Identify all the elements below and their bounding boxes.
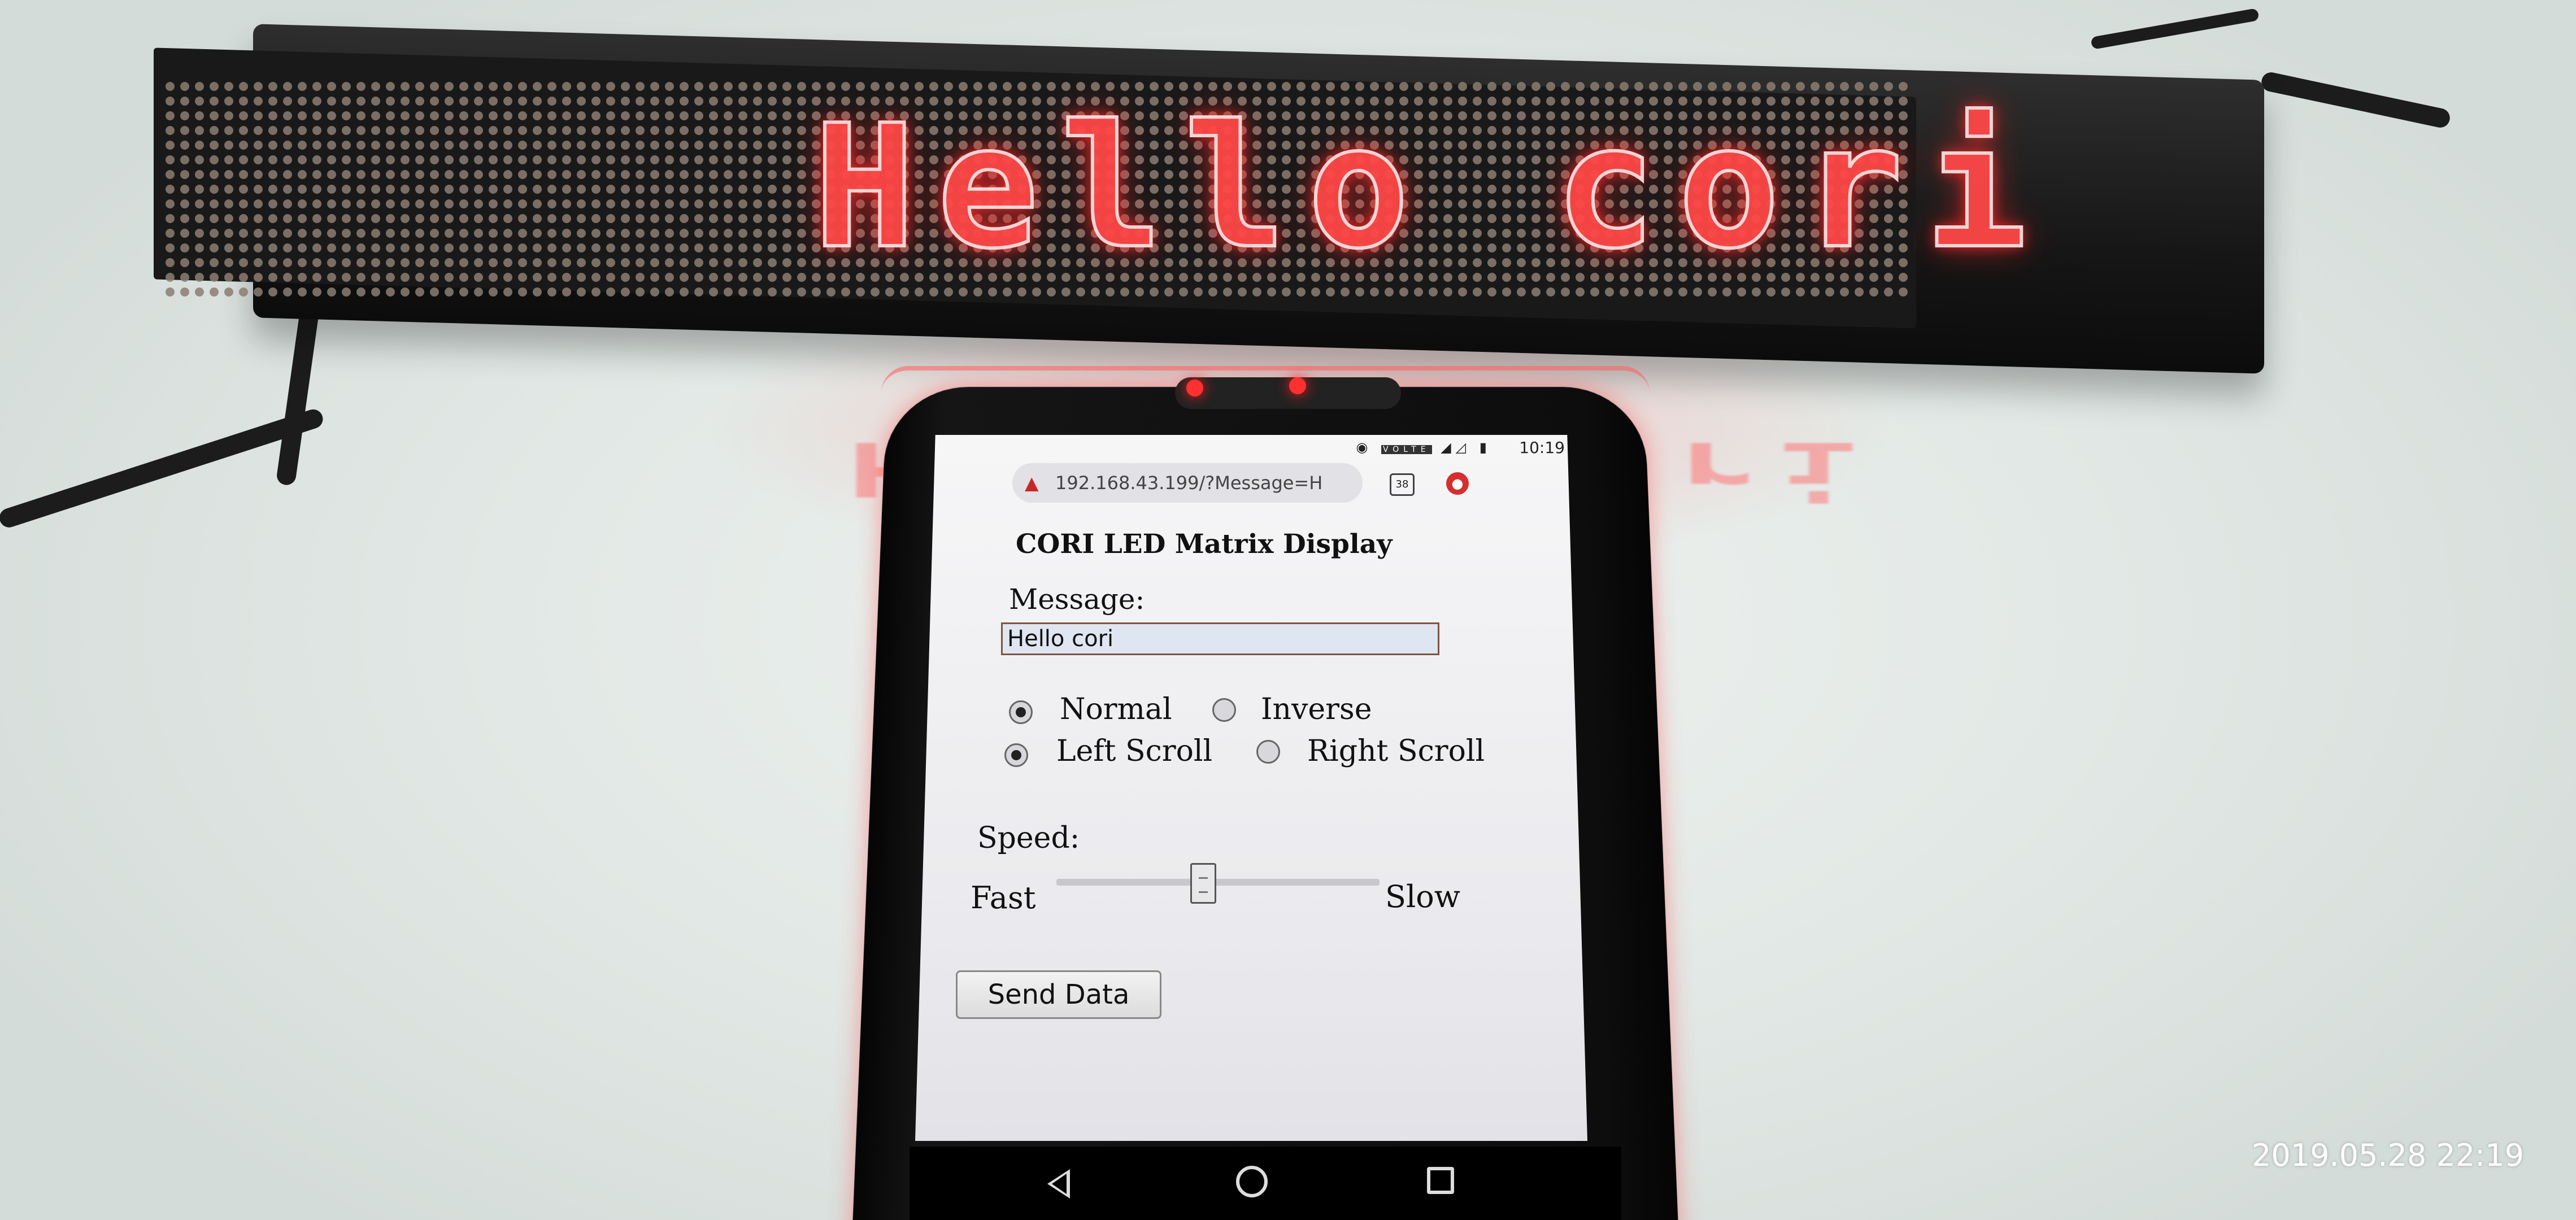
browser-menu-icon[interactable]: ● [1446,472,1469,495]
status-time: 10:19 [1519,438,1565,457]
status-bar: ◉ VOLTE ◢◿ ▮ 10:19 [960,436,1570,459]
tab-count-button[interactable]: 38 [1390,473,1415,496]
radio-left-scroll[interactable] [1004,743,1028,767]
radio-normal[interactable] [1009,700,1033,724]
radio-normal-label: Normal [1060,692,1172,726]
volte-icon: VOLTE [1381,445,1432,454]
radio-inverse-label: Inverse [1261,692,1372,726]
radio-right-scroll-label: Right Scroll [1307,734,1485,768]
recents-icon[interactable] [1427,1167,1454,1194]
speed-slow-label: Slow [1385,879,1460,914]
earpiece [1175,377,1401,409]
speed-slider-track[interactable] [1056,879,1380,886]
home-icon[interactable] [1236,1166,1268,1197]
message-input[interactable]: Hello cori [1001,622,1439,655]
back-icon[interactable] [1047,1169,1070,1199]
hotspot-icon: ◉ [1356,439,1373,455]
address-bar[interactable]: ▲ 192.168.43.199/?Message=H [1012,463,1363,503]
url-text: 192.168.43.199/?Message=H [1055,472,1323,494]
right-cable [2260,71,2452,129]
battery-icon: ▮ [1479,439,1491,455]
sensor-icon [1289,377,1306,394]
led-message-text: Hello cori [812,89,2049,286]
warning-icon: ▲ [1025,472,1039,494]
radio-left-scroll-label: Left Scroll [1056,734,1213,768]
left-cable [0,407,325,530]
radio-inverse[interactable] [1212,698,1236,722]
speed-fast-label: Fast [971,880,1036,916]
signal-icon: ◢◿ [1441,439,1471,455]
left-cable-riser [275,304,320,486]
speed-slider-thumb[interactable] [1190,863,1216,904]
photo-timestamp: 2019.05.28 22:19 [2252,1138,2524,1173]
send-data-button[interactable]: Send Data [956,970,1161,1019]
photo-scene: Hello cori Hello cori ◉ VOLTE ◢◿ ▮ 10:19… [0,0,2576,1220]
top-wires [2090,8,2260,50]
status-icons: ◉ VOLTE ◢◿ ▮ [1356,439,1491,455]
message-label: Message: [1009,583,1145,616]
radio-right-scroll[interactable] [1256,740,1280,764]
page-title: CORI LED Matrix Display [1016,529,1393,560]
speed-label: Speed: [977,821,1080,855]
front-camera-icon [1186,380,1203,396]
